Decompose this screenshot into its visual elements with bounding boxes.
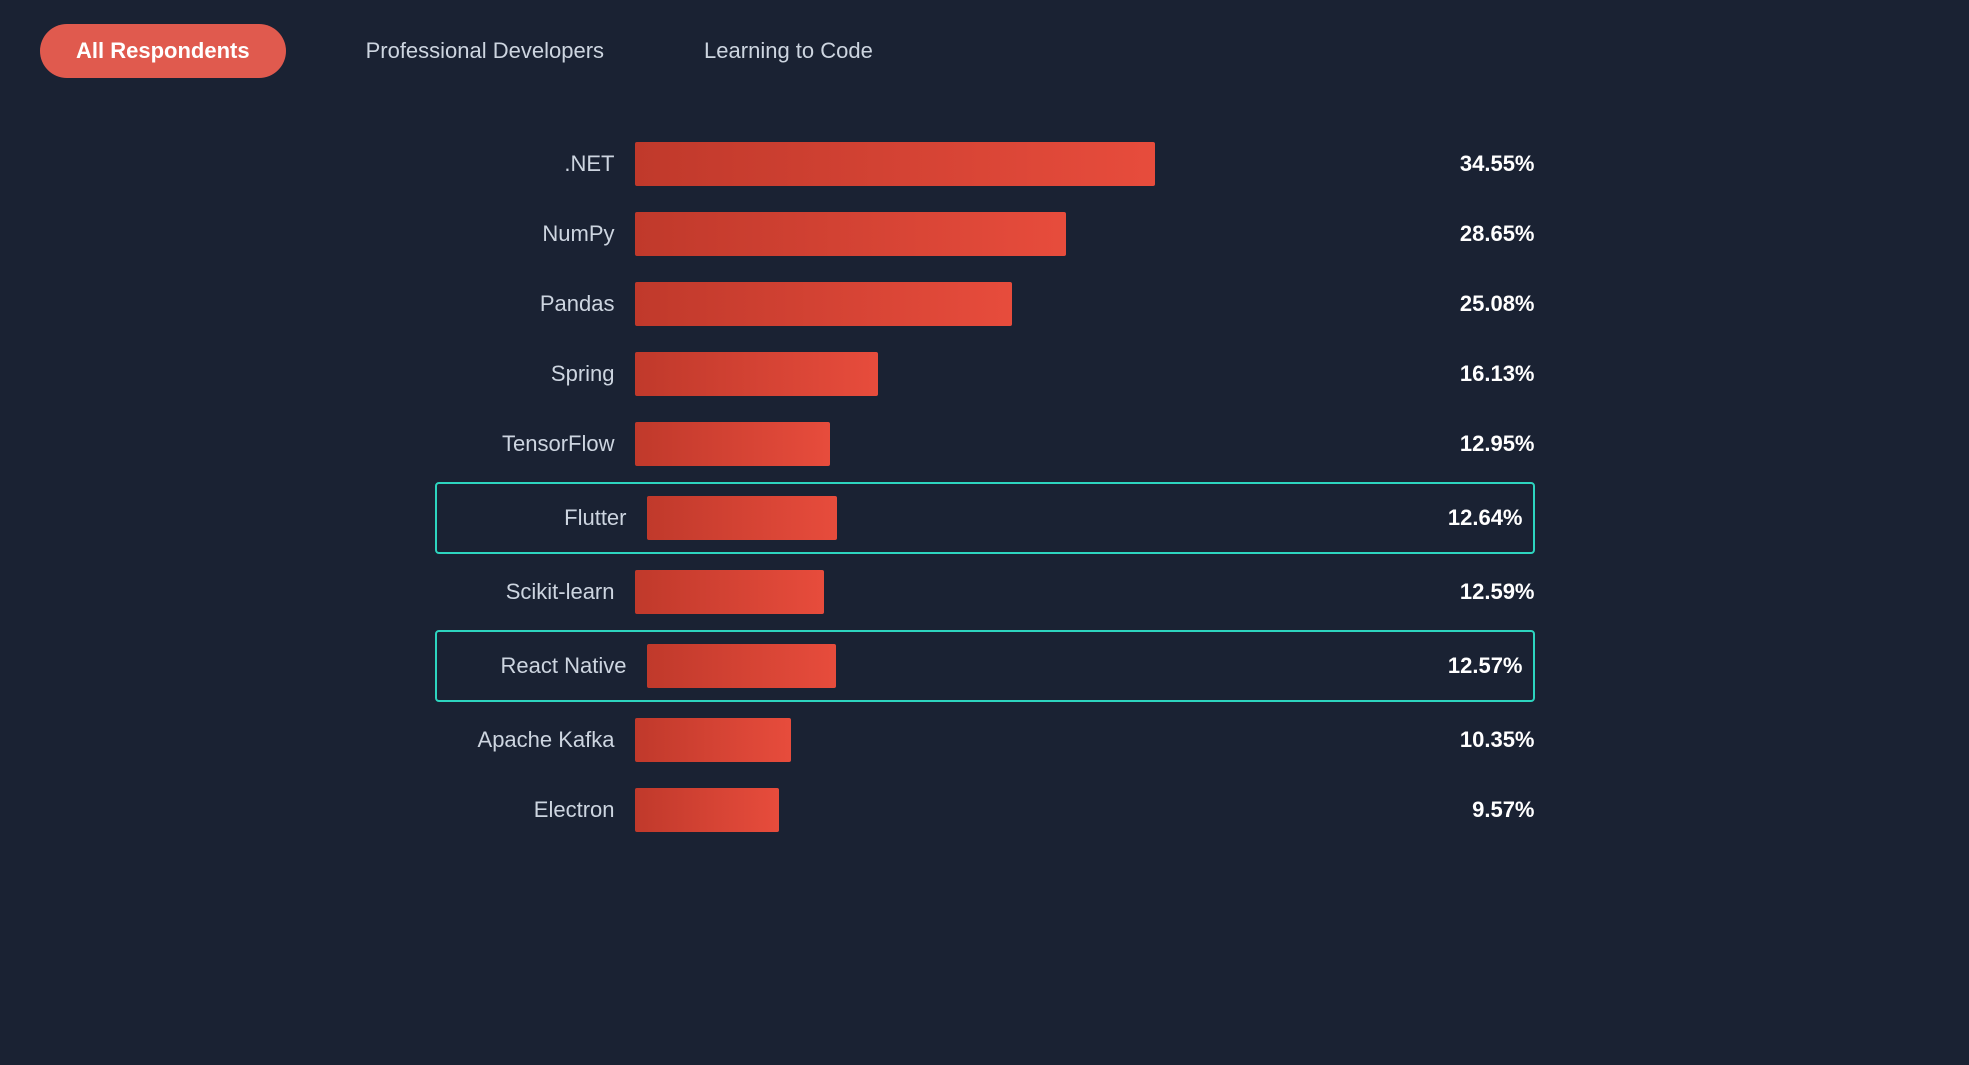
chart-row: React Native 12.57% bbox=[435, 630, 1535, 702]
chart-row: Scikit-learn 12.59% bbox=[435, 560, 1535, 624]
bar-fill bbox=[635, 788, 779, 832]
bar-label: Electron bbox=[435, 797, 635, 823]
bar-label: Spring bbox=[435, 361, 635, 387]
bar-percentage: 9.57% bbox=[1472, 797, 1534, 823]
bar-percentage: 12.64% bbox=[1448, 505, 1523, 531]
bar-track bbox=[635, 788, 1455, 832]
bar-label: Pandas bbox=[435, 291, 635, 317]
bar-label: React Native bbox=[447, 653, 647, 679]
chart-row: Electron 9.57% bbox=[435, 778, 1535, 842]
chart-row: Spring 16.13% bbox=[435, 342, 1535, 406]
bar-percentage: 16.13% bbox=[1460, 361, 1535, 387]
bar-fill bbox=[635, 570, 824, 614]
bar-percentage: 12.95% bbox=[1460, 431, 1535, 457]
bar-fill bbox=[635, 422, 830, 466]
bar-track bbox=[635, 352, 1442, 396]
bar-chart: .NET 34.55% NumPy 28.65% Pandas 25.08% S… bbox=[0, 102, 1969, 882]
bar-label: Flutter bbox=[447, 505, 647, 531]
bar-fill bbox=[635, 718, 791, 762]
bar-percentage: 28.65% bbox=[1460, 221, 1535, 247]
chart-row: .NET 34.55% bbox=[435, 132, 1535, 196]
bar-track bbox=[635, 142, 1442, 186]
chart-row: TensorFlow 12.95% bbox=[435, 412, 1535, 476]
bar-label: TensorFlow bbox=[435, 431, 635, 457]
tab-all-respondents[interactable]: All Respondents bbox=[40, 24, 286, 78]
bar-fill bbox=[635, 142, 1155, 186]
bar-track bbox=[647, 496, 1430, 540]
bar-track bbox=[647, 644, 1430, 688]
bar-track bbox=[635, 718, 1442, 762]
bar-percentage: 34.55% bbox=[1460, 151, 1535, 177]
bar-label: Apache Kafka bbox=[435, 727, 635, 753]
bar-percentage: 12.57% bbox=[1448, 653, 1523, 679]
bar-label: Scikit-learn bbox=[435, 579, 635, 605]
bar-fill bbox=[635, 352, 878, 396]
bar-fill bbox=[635, 282, 1012, 326]
tab-professional-developers[interactable]: Professional Developers bbox=[346, 24, 624, 78]
bar-track bbox=[635, 570, 1442, 614]
bar-track bbox=[635, 212, 1442, 256]
bar-percentage: 12.59% bbox=[1460, 579, 1535, 605]
bar-label: NumPy bbox=[435, 221, 635, 247]
chart-row: Pandas 25.08% bbox=[435, 272, 1535, 336]
bar-fill bbox=[647, 644, 836, 688]
tab-bar: All Respondents Professional Developers … bbox=[0, 0, 1969, 102]
bar-track bbox=[635, 282, 1442, 326]
chart-row: NumPy 28.65% bbox=[435, 202, 1535, 266]
bar-fill bbox=[635, 212, 1066, 256]
tab-learning-to-code[interactable]: Learning to Code bbox=[684, 24, 893, 78]
bar-label: .NET bbox=[435, 151, 635, 177]
bar-fill bbox=[647, 496, 837, 540]
chart-row: Apache Kafka 10.35% bbox=[435, 708, 1535, 772]
bar-percentage: 10.35% bbox=[1460, 727, 1535, 753]
bar-percentage: 25.08% bbox=[1460, 291, 1535, 317]
chart-row: Flutter 12.64% bbox=[435, 482, 1535, 554]
bar-track bbox=[635, 422, 1442, 466]
